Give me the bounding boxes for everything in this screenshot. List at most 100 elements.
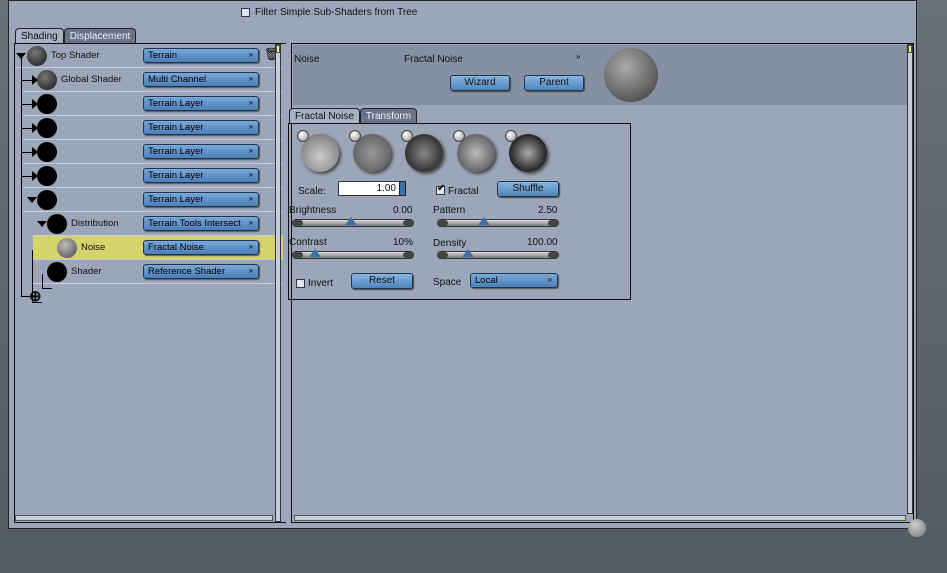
fractal-noise-panel: Scale: 1.00 Fractal Shuffle Brightness 0… (288, 123, 631, 300)
wizard-button[interactable]: Wizard (450, 75, 510, 91)
shader-thumbnail (47, 262, 67, 282)
shader-type-value: Terrain Layer (148, 122, 204, 133)
chevron-down-icon: » (248, 266, 253, 275)
shader-type-select[interactable]: Terrain » (143, 48, 259, 63)
tree-row[interactable]: Terrain Layer » (23, 116, 283, 140)
tree-horizontal-scrollbar[interactable] (15, 515, 273, 521)
shader-type-select[interactable]: Terrain Layer » (143, 192, 259, 207)
shader-type-select[interactable]: Terrain Layer » (143, 96, 259, 111)
shader-thumbnail (37, 70, 57, 90)
preset-3[interactable] (401, 130, 443, 172)
brightness-label: Brightness (289, 205, 337, 216)
pattern-label: Pattern (433, 205, 466, 216)
tree-connector (42, 288, 52, 289)
filter-checkbox[interactable] (241, 8, 250, 17)
shader-type-value: Multi Channel (148, 74, 207, 85)
collapse-arrow-icon[interactable] (27, 197, 37, 203)
scale-stepper[interactable] (399, 181, 406, 196)
shader-type-value: Terrain (148, 50, 178, 61)
tree-row[interactable]: Shader Reference Shader » (33, 260, 283, 284)
expand-arrow-icon[interactable] (32, 123, 38, 133)
shader-type-value: Terrain Layer (148, 98, 204, 109)
contrast-label: Contrast (289, 237, 327, 248)
tab-fractal-noise[interactable]: Fractal Noise (289, 108, 360, 123)
tree-row[interactable]: Global Shader Multi Channel » (23, 68, 283, 92)
filter-label: Filter Simple Sub-Shaders from Tree (255, 7, 418, 18)
shader-type-select[interactable]: Terrain Tools Intersect » (143, 216, 259, 231)
density-slider[interactable] (437, 249, 559, 259)
tree-row[interactable]: Top Shader Terrain » (15, 44, 283, 68)
chevron-down-icon: » (248, 242, 253, 251)
tree-vertical-scrollbar[interactable] (275, 44, 281, 522)
expand-arrow-icon[interactable] (32, 99, 38, 109)
tree-row[interactable]: Terrain Layer » (23, 140, 283, 164)
shader-type-select[interactable]: Terrain Layer » (143, 168, 259, 183)
shader-type-select[interactable]: Terrain Layer » (143, 144, 259, 159)
shader-type-value: Terrain Layer (148, 146, 204, 157)
expand-arrow-icon[interactable] (32, 75, 38, 85)
tree-row[interactable]: Distribution Terrain Tools Intersect » (33, 212, 283, 236)
brightness-value: 0.00 (393, 205, 413, 216)
shader-thumbnail (37, 142, 57, 162)
shader-type-select[interactable]: Terrain Layer » (143, 120, 259, 135)
space-select[interactable]: Local » (470, 273, 558, 288)
shader-type-value: Fractal Noise (148, 242, 204, 253)
collapse-arrow-icon[interactable] (37, 221, 47, 227)
filter-checkbox-row[interactable]: Filter Simple Sub-Shaders from Tree (241, 7, 417, 18)
tree-row[interactable]: Terrain Layer » (23, 164, 283, 188)
chevron-down-icon: » (248, 146, 253, 155)
chevron-down-icon: » (248, 170, 253, 179)
shader-type-select[interactable]: Fractal Noise (404, 54, 463, 65)
tree-row[interactable]: Terrain Layer » (23, 188, 283, 212)
chevron-down-icon: » (248, 194, 253, 203)
tree-label: Noise (81, 242, 106, 253)
tree-row[interactable]: Noise Fractal Noise » (33, 236, 283, 260)
tree-row[interactable]: Terrain Layer » (23, 92, 283, 116)
shader-header: Noise Fractal Noise » Wizard Parent (293, 45, 907, 105)
pattern-slider[interactable] (437, 217, 559, 227)
chevron-down-icon[interactable]: » (576, 52, 580, 61)
preset-2[interactable] (349, 130, 391, 172)
shader-thumbnail (37, 190, 57, 210)
contrast-value: 10% (393, 237, 414, 248)
shader-type-value: Terrain Layer (148, 170, 204, 181)
reset-button[interactable]: Reset (351, 273, 413, 289)
slider-thumb[interactable] (478, 217, 490, 225)
shader-type-select[interactable]: Reference Shader » (143, 264, 259, 279)
slider-thumb[interactable] (345, 217, 357, 225)
slider-thumb[interactable] (309, 249, 321, 257)
tab-shading[interactable]: Shading (15, 28, 64, 43)
chevron-down-icon: » (248, 50, 253, 59)
contrast-slider[interactable] (292, 249, 414, 259)
shader-type-select[interactable]: Fractal Noise » (143, 240, 259, 255)
tab-displacement[interactable]: Displacement (63, 28, 137, 43)
shader-thumbnail (57, 238, 77, 258)
chevron-down-icon: » (248, 122, 253, 131)
brightness-slider[interactable] (292, 217, 414, 227)
fractal-label: Fractal (448, 186, 479, 197)
shuffle-button[interactable]: Shuffle (497, 181, 559, 197)
expand-arrow-icon[interactable] (32, 147, 38, 157)
fractal-checkbox[interactable] (436, 183, 445, 195)
slider-thumb[interactable] (462, 249, 474, 257)
preset-4[interactable] (453, 130, 495, 172)
shader-thumbnail (47, 214, 67, 234)
tree-label: Global Shader (61, 74, 122, 85)
tree-label: Top Shader (51, 50, 100, 61)
props-vertical-scrollbar[interactable] (907, 44, 913, 514)
invert-checkbox[interactable] (296, 279, 305, 288)
expand-arrow-icon[interactable] (32, 171, 38, 181)
parent-button[interactable]: Parent (524, 75, 584, 91)
scale-input[interactable]: 1.00 (338, 181, 400, 196)
shader-type-value: Terrain Layer (148, 194, 204, 205)
space-value: Local (475, 275, 498, 286)
add-shader-icon[interactable]: ⊕ (29, 287, 42, 305)
tab-transform[interactable]: Transform (359, 108, 418, 123)
preset-1[interactable] (297, 130, 339, 172)
props-horizontal-scrollbar[interactable] (294, 515, 906, 521)
shader-name: Noise (294, 54, 320, 65)
resize-handle[interactable] (908, 519, 926, 537)
shader-type-select[interactable]: Multi Channel » (143, 72, 259, 87)
preset-5[interactable] (505, 130, 547, 172)
pattern-value: 2.50 (538, 205, 558, 216)
